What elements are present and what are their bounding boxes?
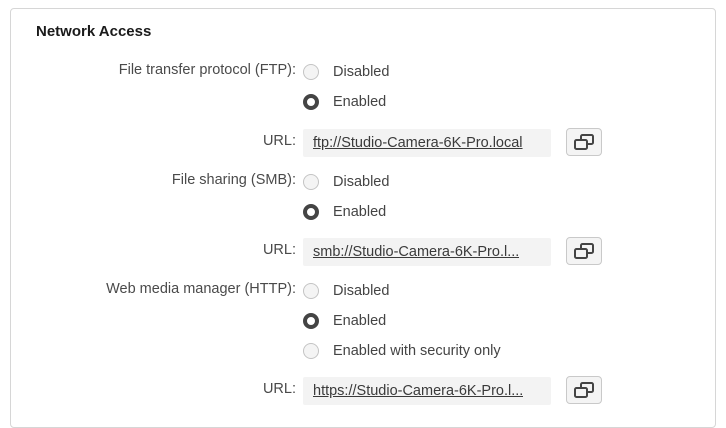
radio-button[interactable]: [303, 283, 319, 299]
http-secure-radio[interactable]: Enabled with security only: [303, 341, 501, 361]
copy-icon: [574, 243, 594, 259]
smb-url-field[interactable]: smb://Studio-Camera-6K-Pro.l...: [303, 238, 551, 266]
http-enabled-label: Enabled: [333, 313, 387, 329]
copy-icon: [574, 134, 594, 150]
ftp-disabled-label: Disabled: [333, 64, 390, 80]
http-copy-button[interactable]: [566, 376, 602, 404]
smb-url-link[interactable]: smb://Studio-Camera-6K-Pro.l...: [313, 244, 519, 260]
smb-enabled-radio[interactable]: Enabled: [303, 202, 386, 222]
smb-disabled-radio[interactable]: Disabled: [303, 172, 389, 192]
section-title: Network Access: [36, 23, 152, 40]
ftp-url-field[interactable]: ftp://Studio-Camera-6K-Pro.local: [303, 129, 551, 157]
ftp-enabled-label: Enabled: [333, 94, 387, 110]
radio-button[interactable]: [303, 64, 319, 80]
http-url-label: URL:: [262, 381, 296, 397]
http-url-field[interactable]: https://Studio-Camera-6K-Pro.l...: [303, 377, 551, 405]
smb-disabled-label: Disabled: [333, 174, 390, 190]
radio-button[interactable]: [303, 174, 319, 190]
http-url-link[interactable]: https://Studio-Camera-6K-Pro.l...: [313, 383, 523, 399]
ftp-url-label: URL:: [262, 133, 296, 149]
http-label: Web media manager (HTTP):: [106, 281, 296, 297]
ftp-copy-button[interactable]: [566, 128, 602, 156]
http-secure-label: Enabled with security only: [333, 343, 501, 359]
smb-url-label: URL:: [262, 242, 296, 258]
ftp-label: File transfer protocol (FTP):: [118, 62, 296, 78]
radio-button[interactable]: [303, 343, 319, 359]
smb-enabled-label: Enabled: [333, 204, 387, 220]
radio-button[interactable]: [303, 204, 319, 220]
http-enabled-radio[interactable]: Enabled: [303, 311, 386, 331]
http-disabled-label: Disabled: [333, 283, 390, 299]
copy-icon: [574, 382, 594, 398]
ftp-disabled-radio[interactable]: Disabled: [303, 62, 389, 82]
radio-button[interactable]: [303, 313, 319, 329]
ftp-url-link[interactable]: ftp://Studio-Camera-6K-Pro.local: [313, 135, 523, 151]
smb-label: File sharing (SMB):: [171, 172, 296, 188]
smb-copy-button[interactable]: [566, 237, 602, 265]
http-disabled-radio[interactable]: Disabled: [303, 281, 389, 301]
ftp-enabled-radio[interactable]: Enabled: [303, 92, 386, 112]
radio-button[interactable]: [303, 94, 319, 110]
